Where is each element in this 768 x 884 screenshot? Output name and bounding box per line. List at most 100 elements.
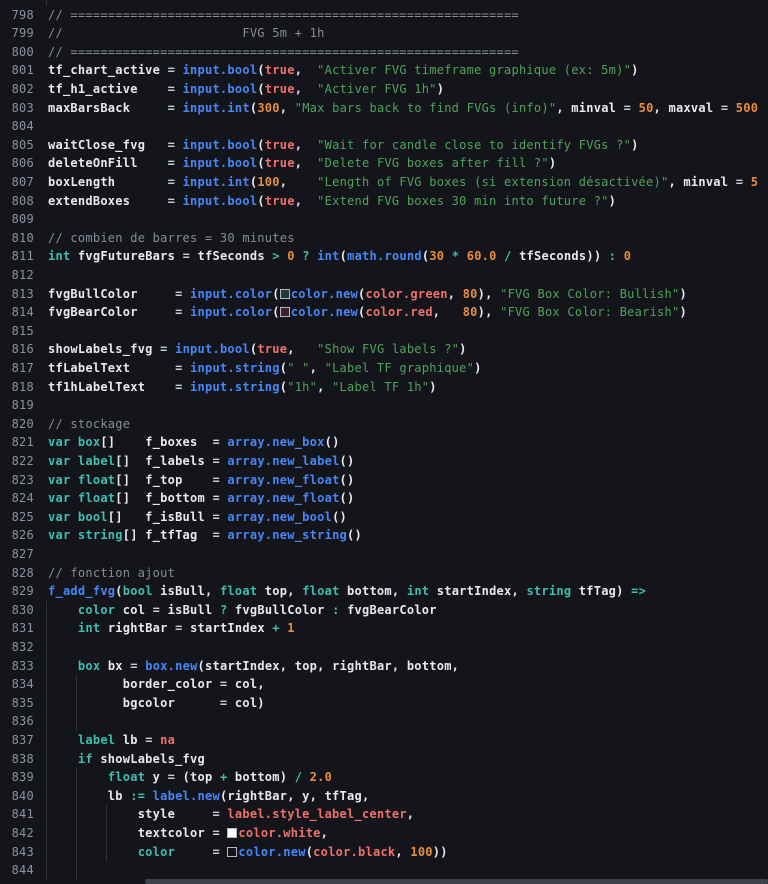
code-line[interactable]: 829f_add_fvg(bool isBull, float top, flo… bbox=[0, 582, 768, 601]
syntax-token: () bbox=[340, 473, 355, 487]
code-line[interactable]: 826var string[] f_tfTag = array.new_stri… bbox=[0, 526, 768, 545]
code-line[interactable]: 843 color = color.new(color.black, 100)) bbox=[0, 843, 768, 862]
code-line[interactable]: 838 if showLabels_fvg bbox=[0, 750, 768, 769]
code-line[interactable]: 824var float[] f_bottom = array.new_floa… bbox=[0, 489, 768, 508]
code-line[interactable]: 840 lb := label.new(rightBar, y, tfTag, bbox=[0, 787, 768, 806]
code-line[interactable]: 832 bbox=[0, 638, 768, 657]
syntax-token: lb bbox=[115, 733, 137, 747]
syntax-token: bool bbox=[123, 584, 153, 598]
code-line[interactable]: 808extendBoxes = input.bool(true, "Exten… bbox=[0, 192, 768, 211]
syntax-token: tfLabelText bbox=[48, 361, 130, 375]
code-line[interactable]: 817tfLabelText = input.string(" ", "Labe… bbox=[0, 359, 768, 378]
syntax-token: = bbox=[145, 603, 167, 617]
gutter-line-number: 831 bbox=[0, 619, 34, 638]
syntax-token: tfTag) bbox=[571, 584, 623, 598]
code-line[interactable]: 836 bbox=[0, 712, 768, 731]
code-line[interactable]: 805waitClose_fvg = input.bool(true, "Wai… bbox=[0, 136, 768, 155]
syntax-token: "FVG Box Color: Bullish" bbox=[500, 287, 679, 301]
gutter-line-number: 800 bbox=[0, 43, 34, 62]
gutter-line-number: 822 bbox=[0, 452, 34, 471]
code-line[interactable]: 801tf_chart_active = input.bool(true, "A… bbox=[0, 61, 768, 80]
code-line[interactable]: 800// ==================================… bbox=[0, 43, 768, 62]
code-line[interactable]: 812 bbox=[0, 266, 768, 285]
syntax-token: tfSeconds bbox=[198, 249, 265, 263]
gutter-line-number: 823 bbox=[0, 471, 34, 490]
gutter-line-number: 832 bbox=[0, 638, 34, 657]
code-editor-viewport[interactable]: 797798// ===============================… bbox=[0, 0, 768, 884]
code-line[interactable]: 831 int rightBar = startIndex + 1 bbox=[0, 619, 768, 638]
syntax-token: = bbox=[130, 194, 182, 208]
code-line[interactable]: 806deleteOnFill = input.bool(true, "Dele… bbox=[0, 154, 768, 173]
code-line[interactable]: 799// FVG 5m + 1h bbox=[0, 24, 768, 43]
syntax-token: , bbox=[295, 138, 317, 152]
code-line[interactable]: 814fvgBearColor = input.color(color.new(… bbox=[0, 303, 768, 322]
color-swatch[interactable] bbox=[280, 289, 290, 299]
syntax-token: extendBoxes bbox=[48, 194, 130, 208]
code-line[interactable]: 842 textcolor = color.white, bbox=[0, 824, 768, 843]
code-line[interactable]: 822var label[] f_labels = array.new_labe… bbox=[0, 452, 768, 471]
code-line[interactable]: 818tf1hLabelText = input.string("1h", "L… bbox=[0, 378, 768, 397]
color-swatch[interactable] bbox=[227, 828, 237, 838]
code-line[interactable]: 823var float[] f_top = array.new_float() bbox=[0, 471, 768, 490]
code-line[interactable]: 816showLabels_fvg = input.bool(true, "Sh… bbox=[0, 340, 768, 359]
syntax-token: f_top bbox=[145, 473, 182, 487]
syntax-token: tf1hLabelText bbox=[48, 380, 145, 394]
code-line[interactable]: 821var box[] f_boxes = array.new_box() bbox=[0, 433, 768, 452]
syntax-token: 80 bbox=[463, 305, 478, 319]
syntax-token: bx bbox=[100, 659, 122, 673]
syntax-token: waitClose_fvg bbox=[48, 138, 145, 152]
syntax-token: [] bbox=[108, 510, 145, 524]
syntax-token: int bbox=[317, 249, 339, 263]
code-line[interactable]: 841 style = label.style_label_center, bbox=[0, 805, 768, 824]
syntax-token: input.bool bbox=[183, 82, 258, 96]
code-line[interactable]: 807boxLength = input.int(100, "Length of… bbox=[0, 173, 768, 192]
syntax-token: bottom) bbox=[235, 770, 287, 784]
syntax-token: f_tfTag bbox=[145, 528, 197, 542]
code-line[interactable]: 820// stockage bbox=[0, 415, 768, 434]
indent-guide bbox=[46, 657, 47, 676]
code-line[interactable]: 828// fonction ajout bbox=[0, 564, 768, 583]
code-line[interactable]: 803maxBarsBack = input.int(300, "Max bar… bbox=[0, 99, 768, 118]
code-line[interactable]: 834 border_color = col, bbox=[0, 675, 768, 694]
syntax-token: "Activer FVG 1h" bbox=[317, 82, 437, 96]
indent-guide bbox=[46, 694, 47, 713]
code-line[interactable]: 837 label lb = na bbox=[0, 731, 768, 750]
syntax-token: ( bbox=[257, 138, 264, 152]
syntax-token: if bbox=[78, 752, 93, 766]
code-line[interactable]: 835 bgcolor = col) bbox=[0, 694, 768, 713]
code-line[interactable]: 810// combien de barres = 30 minutes bbox=[0, 229, 768, 248]
syntax-token: math.round bbox=[347, 249, 422, 263]
code-line[interactable]: 833 box bx = box.new(startIndex, top, ri… bbox=[0, 657, 768, 676]
syntax-token: / bbox=[497, 249, 519, 263]
gutter-line-number: 814 bbox=[0, 303, 34, 322]
code-line[interactable]: 811int fvgFutureBars = tfSeconds > 0 ? i… bbox=[0, 247, 768, 266]
code-line[interactable]: 830 color col = isBull ? fvgBullColor : … bbox=[0, 601, 768, 620]
syntax-token: var box bbox=[48, 435, 100, 449]
syntax-token: * bbox=[444, 249, 466, 263]
horizontal-scrollbar-thumb[interactable] bbox=[145, 879, 768, 884]
code-line[interactable]: 825var bool[] f_isBull = array.new_bool(… bbox=[0, 508, 768, 527]
code-line[interactable]: 813fvgBullColor = input.color(color.new(… bbox=[0, 285, 768, 304]
code-line[interactable]: 827 bbox=[0, 545, 768, 564]
code-line[interactable]: 802tf_h1_active = input.bool(true, "Acti… bbox=[0, 80, 768, 99]
code-line[interactable]: 839 float y = (top + bottom) / 2.0 bbox=[0, 768, 768, 787]
code-line[interactable]: 815 bbox=[0, 322, 768, 341]
syntax-token: ( bbox=[257, 82, 264, 96]
syntax-token bbox=[48, 826, 138, 840]
syntax-token: ) bbox=[437, 82, 444, 96]
code-line[interactable]: 804 bbox=[0, 117, 768, 136]
color-swatch[interactable] bbox=[227, 847, 237, 857]
code-line[interactable]: 809 bbox=[0, 210, 768, 229]
syntax-token: "Activer FVG timeframe graphique (ex: 5m… bbox=[317, 63, 631, 77]
code-line[interactable]: 819 bbox=[0, 396, 768, 415]
code-line[interactable]: 798// ==================================… bbox=[0, 6, 768, 25]
syntax-token: "Label TF graphique" bbox=[325, 361, 475, 375]
code-line[interactable]: 844 bbox=[0, 861, 768, 880]
syntax-token: "Wait for candle close to identify FVGs … bbox=[317, 138, 631, 152]
syntax-token: f_bottom bbox=[145, 491, 205, 505]
syntax-token: = bbox=[175, 807, 227, 821]
syntax-token: , bbox=[407, 807, 414, 821]
syntax-token: [] bbox=[123, 528, 145, 542]
syntax-token: ( bbox=[257, 194, 264, 208]
color-swatch[interactable] bbox=[280, 307, 290, 317]
